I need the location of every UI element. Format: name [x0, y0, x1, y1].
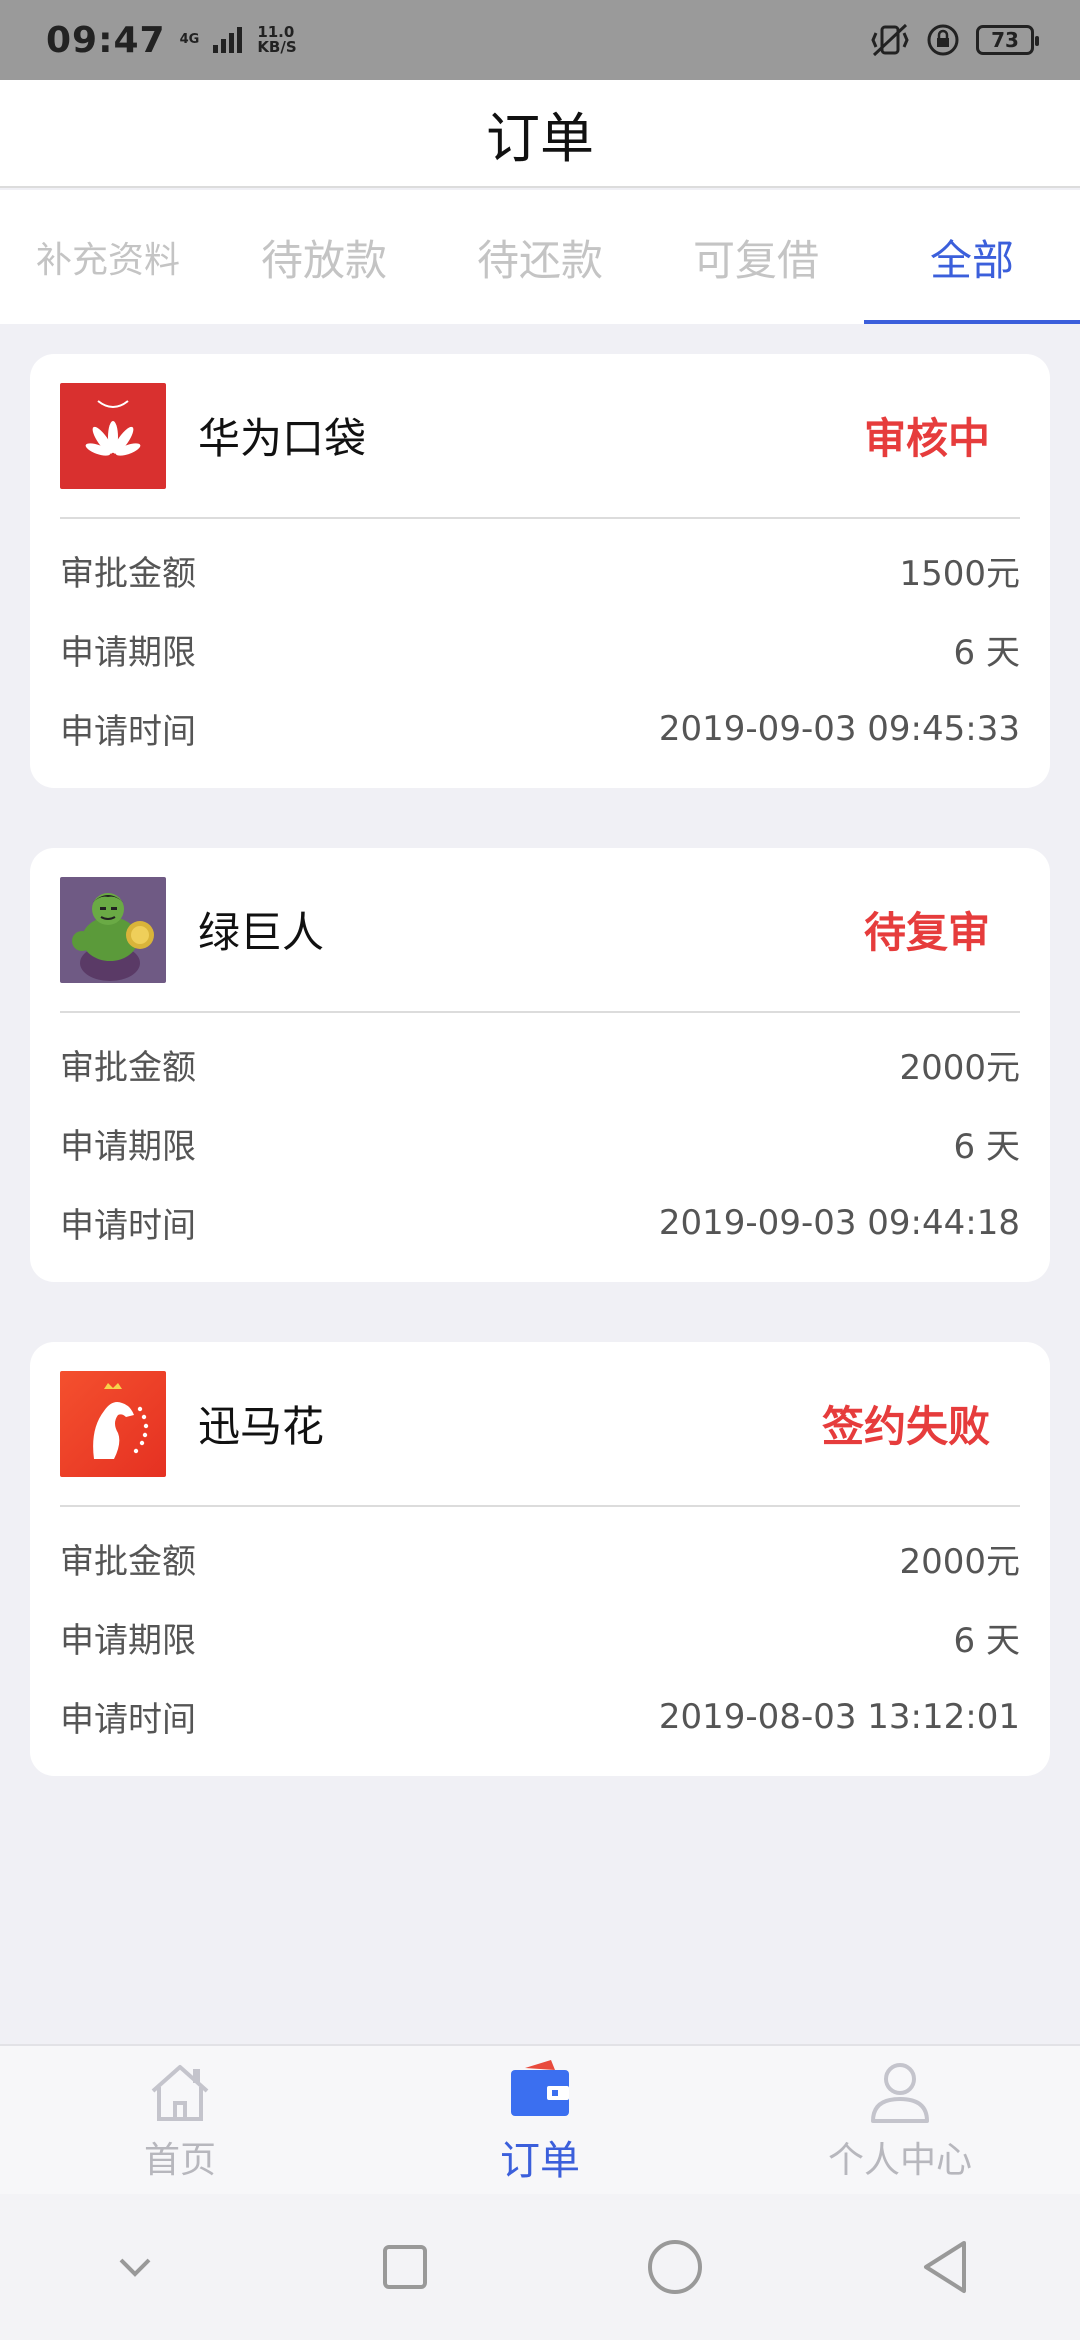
nav-home[interactable]: 首页: [0, 2046, 360, 2194]
home-button[interactable]: [635, 2227, 715, 2307]
row-value: 6 天: [953, 1127, 1020, 1167]
detail-row-amount: 审批金额 2000元: [60, 1025, 1020, 1104]
network-speed: 11.0 KB/S: [257, 25, 296, 55]
rotation-lock-icon: [927, 24, 959, 56]
detail-row-time: 申请时间 2019-09-03 09:44:18: [60, 1183, 1020, 1262]
row-label: 申请时间: [60, 1700, 196, 1740]
horse-logo: [60, 1370, 166, 1477]
row-value: 6 天: [953, 1621, 1020, 1661]
chevron-down-icon: [119, 2258, 151, 2277]
row-label: 申请时间: [60, 1206, 196, 1246]
row-value: 2019-09-03 09:45:33: [658, 708, 1020, 749]
lender-name: 迅马花: [198, 1402, 325, 1451]
system-nav-bar: [0, 2194, 1080, 2340]
network-indicator: 4G: [179, 32, 200, 47]
row-label: 申请期限: [60, 1127, 196, 1167]
tab-label: 补充资料: [35, 240, 180, 281]
status-badge: 审核中: [863, 414, 990, 463]
square-icon: [383, 2245, 427, 2289]
detail-row-time: 申请时间 2019-09-03 09:45:33: [60, 689, 1020, 768]
tab-label: 待还款: [476, 235, 603, 285]
battery-indicator: 73: [976, 25, 1039, 55]
nav-label: 个人中心: [827, 2140, 972, 2181]
back-button[interactable]: [905, 2227, 985, 2307]
wallet-icon: [511, 2060, 569, 2116]
nav-label: 订单: [500, 2138, 580, 2184]
order-card[interactable]: 绿巨人 待复审 审批金额 2000元 申请期限 6 天 申请时间 2019-09…: [30, 848, 1050, 1282]
status-bar: 09:47 4G 11.0 KB/S 73: [0, 0, 1080, 80]
row-value: 2000元: [899, 1542, 1020, 1582]
tab-pending-loan[interactable]: 待放款: [216, 190, 432, 324]
user-icon: [871, 2063, 929, 2123]
tab-supplement-info[interactable]: 补充资料: [0, 190, 216, 324]
signal-icon: [213, 27, 243, 53]
status-time: 09:47: [46, 19, 166, 61]
order-card[interactable]: 华为口袋 审核中 审批金额 1500元 申请期限 6 天 申请时间 2019-0…: [30, 354, 1050, 788]
row-label: 申请时间: [60, 712, 196, 752]
collapse-button[interactable]: [95, 2227, 175, 2307]
tab-reborrow[interactable]: 可复借: [648, 190, 864, 324]
order-tabs: 补充资料 待放款 待还款 可复借 全部: [0, 190, 1080, 324]
detail-row-term: 申请期限 6 天: [60, 1104, 1020, 1183]
tab-label: 待放款: [260, 235, 387, 285]
order-card[interactable]: 迅马花 签约失败 审批金额 2000元 申请期限 6 天 申请时间 2019-0…: [30, 1342, 1050, 1776]
detail-row-term: 申请期限 6 天: [60, 610, 1020, 689]
page-title: 订单: [486, 106, 594, 170]
detail-row-time: 申请时间 2019-08-03 13:12:01: [60, 1677, 1020, 1756]
battery-level: 73: [991, 28, 1019, 52]
row-label: 审批金额: [60, 1048, 196, 1088]
back-triangle-icon: [924, 2241, 966, 2293]
tab-label: 可复借: [692, 235, 819, 285]
speed-unit: KB/S: [257, 38, 297, 56]
row-label: 申请期限: [60, 1621, 196, 1661]
tab-all[interactable]: 全部: [864, 190, 1080, 324]
row-label: 审批金额: [60, 554, 196, 594]
status-badge: 签约失败: [821, 1402, 990, 1451]
row-value: 1500元: [899, 554, 1020, 594]
page-header: 订单: [0, 80, 1080, 188]
status-badge: 待复审: [863, 908, 990, 957]
row-value: 2019-08-03 13:12:01: [658, 1696, 1020, 1737]
vibrate-icon: [871, 23, 909, 57]
detail-row-amount: 审批金额 1500元: [60, 531, 1020, 610]
nav-orders[interactable]: 订单: [360, 2046, 720, 2194]
nav-profile[interactable]: 个人中心: [720, 2046, 1080, 2194]
row-label: 申请期限: [60, 633, 196, 673]
huawei-logo: [60, 382, 166, 489]
circle-icon: [648, 2240, 702, 2294]
bottom-nav: 首页 订单 个人中心: [0, 2044, 1080, 2194]
lender-name: 绿巨人: [198, 908, 325, 957]
row-label: 审批金额: [60, 1542, 196, 1582]
hulk-logo: [60, 876, 166, 983]
recents-button[interactable]: [365, 2227, 445, 2307]
nav-label: 首页: [143, 2140, 216, 2181]
row-value: 2000元: [899, 1048, 1020, 1088]
tab-label: 全部: [929, 235, 1014, 285]
detail-row-term: 申请期限 6 天: [60, 1598, 1020, 1677]
row-value: 2019-09-03 09:44:18: [658, 1202, 1020, 1243]
tab-pending-repayment[interactable]: 待还款: [432, 190, 648, 324]
lender-name: 华为口袋: [198, 414, 367, 463]
row-value: 6 天: [953, 633, 1020, 673]
detail-row-amount: 审批金额 2000元: [60, 1519, 1020, 1598]
home-icon: [151, 2065, 209, 2121]
